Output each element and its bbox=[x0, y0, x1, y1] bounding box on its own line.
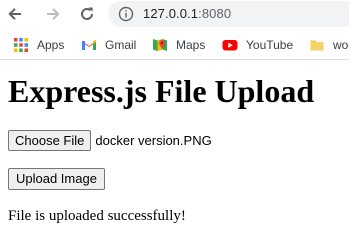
browser-toolbar: 127.0.0.1:8080 bbox=[0, 0, 349, 29]
bookmark-folder[interactable]: wo bbox=[309, 36, 348, 54]
bookmark-label: Gmail bbox=[105, 38, 137, 52]
selected-file-name: docker version.PNG bbox=[95, 133, 212, 148]
youtube-icon bbox=[222, 40, 238, 51]
info-icon[interactable] bbox=[118, 6, 134, 22]
gmail-icon bbox=[82, 40, 96, 50]
reload-icon[interactable] bbox=[76, 3, 98, 25]
address-bar[interactable]: 127.0.0.1:8080 bbox=[108, 1, 349, 27]
url-port: :8080 bbox=[198, 6, 232, 21]
bookmark-youtube[interactable]: YouTube bbox=[222, 36, 293, 54]
apps-grid-icon bbox=[14, 38, 28, 52]
bookmark-apps[interactable]: Apps bbox=[13, 36, 64, 54]
forward-icon[interactable] bbox=[42, 3, 64, 25]
page-title: Express.js File Upload bbox=[8, 73, 315, 109]
bookmark-gmail[interactable]: Gmail bbox=[81, 36, 136, 54]
file-input-row: Choose File docker version.PNG bbox=[8, 130, 212, 151]
status-message: File is uploaded successfully! bbox=[8, 208, 186, 224]
upload-image-button[interactable]: Upload Image bbox=[8, 168, 105, 190]
bookmark-label: Apps bbox=[37, 38, 65, 52]
maps-icon bbox=[153, 39, 167, 51]
choose-file-button[interactable]: Choose File bbox=[8, 130, 92, 151]
folder-icon bbox=[310, 40, 324, 51]
url-text[interactable]: 127.0.0.1:8080 bbox=[143, 6, 231, 21]
bookmark-label: Maps bbox=[176, 38, 206, 52]
back-icon[interactable] bbox=[4, 3, 26, 25]
bookmark-label: YouTube bbox=[246, 38, 294, 52]
bookmark-label: wo bbox=[333, 38, 349, 52]
url-host: 127.0.0.1 bbox=[143, 6, 199, 21]
bookmark-maps[interactable]: Maps bbox=[152, 36, 205, 54]
bookmarks-bar: Apps Gmail Maps YouTube wo bbox=[0, 30, 349, 60]
